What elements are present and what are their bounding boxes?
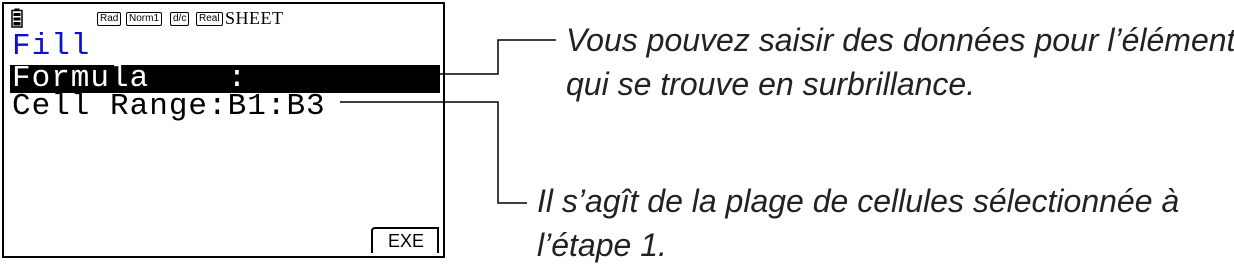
angle-unit-badge: Rad <box>97 12 122 26</box>
calculator-screen: Rad Norm1 d/c Real SHEET Fill Formula : … <box>2 2 445 258</box>
cell-range-field[interactable]: Cell Range:B1:B3 <box>12 91 326 122</box>
highlighted-field-annotation: Vous pouvez saisir des données pour l’él… <box>566 18 1234 106</box>
leader-line-formula <box>437 39 556 75</box>
display-mode-badge: Norm1 <box>126 12 163 26</box>
cell-range-annotation: Il s’agît de la plage de cellules sélect… <box>537 179 1179 267</box>
screen-title: Fill <box>12 29 91 64</box>
complex-mode-badge: Real <box>196 12 223 26</box>
app-mode-label: SHEET <box>225 8 284 28</box>
battery-icon <box>11 8 23 28</box>
exe-softkey[interactable]: EXE <box>371 227 439 253</box>
fraction-mode-badge: d/c <box>170 12 190 26</box>
annotation-text-line: l’étape 1. <box>537 227 667 263</box>
annotation-text-line: Il s’agît de la plage de cellules sélect… <box>537 183 1180 219</box>
annotation-text-line: Vous pouvez saisir des données pour l’él… <box>566 22 1234 58</box>
annotation-text-line: qui se trouve en surbrillance. <box>566 66 976 102</box>
